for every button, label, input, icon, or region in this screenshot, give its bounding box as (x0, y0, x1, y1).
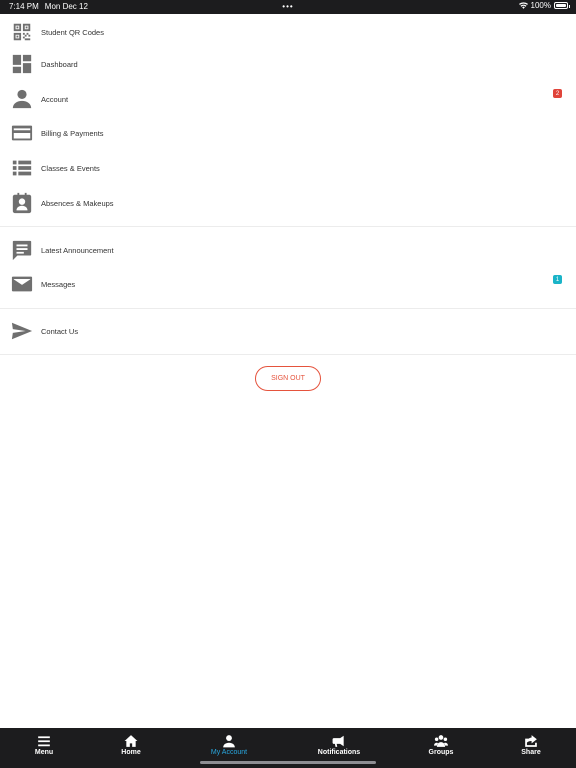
wifi-icon (518, 2, 528, 9)
menu-item-student-qr-codes[interactable]: Student QR Codes (0, 15, 576, 49)
sign-out-button[interactable]: SIGN OUT (255, 366, 321, 391)
menu-item-label: Absences & Makeups (41, 198, 114, 208)
menu-divider (0, 354, 576, 355)
status-indicators: 100% (518, 1, 570, 10)
person-icon (11, 88, 33, 110)
tab-label: Notifications (317, 749, 361, 756)
menu-item-label: Classes & Events (41, 163, 100, 173)
tab-label: Groups (428, 749, 454, 756)
menu-item-dashboard[interactable]: Dashboard (0, 47, 576, 81)
menu-item-label: Student QR Codes (41, 27, 104, 37)
menu-item-absences-makeups[interactable]: Absences & Makeups (0, 186, 576, 220)
tab-label: My Account (210, 749, 248, 756)
battery-icon (554, 2, 570, 9)
announcement-icon (11, 239, 33, 261)
account-icon (223, 735, 235, 748)
battery-percent: 100% (530, 1, 551, 10)
status-bar: 7:14 PM Mon Dec 12 ••• 100% (0, 0, 576, 14)
megaphone-icon (332, 735, 344, 747)
home-icon (124, 735, 138, 747)
account-badge: 2 (553, 89, 562, 98)
status-time-date: 7:14 PM Mon Dec 12 (9, 2, 88, 11)
home-indicator[interactable] (200, 761, 376, 764)
tab-share[interactable]: Share (501, 734, 561, 756)
menu-item-label: Dashboard (41, 59, 78, 69)
messages-badge: 1 (553, 275, 562, 284)
menu-item-label: Contact Us (41, 326, 79, 336)
menu-item-latest-announcement[interactable]: Latest Announcement (0, 233, 576, 267)
menu-item-label: Latest Announcement (41, 245, 114, 255)
menu-item-label: Account (41, 94, 69, 104)
tab-my-account[interactable]: My Account (199, 734, 259, 756)
qr-code-icon (11, 21, 33, 43)
tab-label: Menu (34, 749, 54, 756)
menu-item-billing-payments[interactable]: Billing & Payments (0, 116, 576, 150)
status-date: Mon Dec 12 (44, 2, 88, 11)
menu-item-label: Billing & Payments (41, 128, 104, 138)
menu-item-messages[interactable]: Messages 1 (0, 267, 576, 301)
menu-item-account[interactable]: Account 2 (0, 82, 576, 116)
tab-label: Home (121, 749, 141, 756)
tab-label: Share (521, 749, 541, 756)
menu-item-classes-events[interactable]: Classes & Events (0, 151, 576, 185)
share-icon (525, 735, 537, 747)
dashboard-icon (11, 53, 33, 75)
menu-item-label: Messages (41, 279, 76, 289)
menu-icon (38, 736, 50, 747)
send-icon (11, 320, 33, 342)
menu-item-contact-us[interactable]: Contact Us (0, 314, 576, 348)
tab-groups[interactable]: Groups (411, 734, 471, 756)
mail-icon (11, 273, 33, 295)
status-time: 7:14 PM (9, 2, 39, 11)
menu-divider (0, 226, 576, 227)
list-icon (11, 157, 33, 179)
menu-divider (0, 308, 576, 309)
contact-card-icon (11, 192, 33, 214)
groups-icon (434, 735, 448, 747)
credit-card-icon (11, 122, 33, 144)
tab-home[interactable]: Home (101, 734, 161, 756)
multitasking-dots[interactable]: ••• (282, 2, 293, 11)
bottom-tab-bar: Menu Home My Account Notifications Group… (0, 728, 576, 768)
tab-menu[interactable]: Menu (14, 734, 74, 756)
tab-notifications[interactable]: Notifications (309, 734, 369, 756)
